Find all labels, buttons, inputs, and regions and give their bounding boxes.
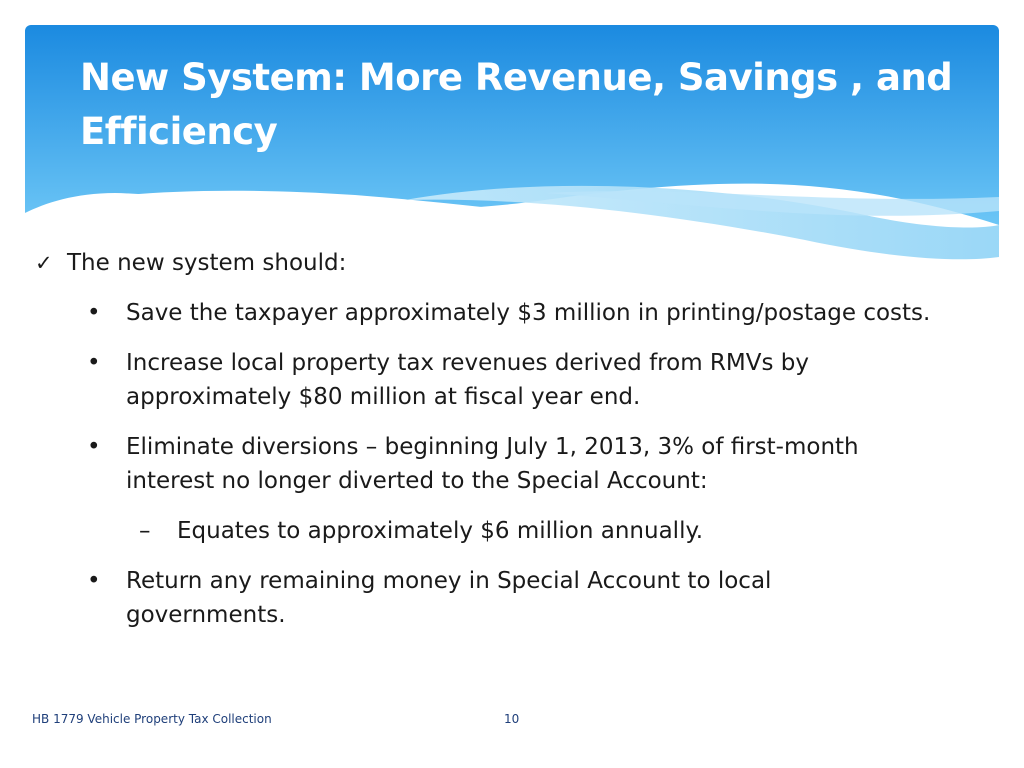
- slide-title: New System: More Revenue, Savings , and …: [80, 56, 953, 153]
- slide-body: ✓ The new system should: • Save the taxp…: [35, 246, 935, 648]
- lead-text: The new system should:: [67, 250, 347, 276]
- bullet-text: Return any remaining money in Special Ac…: [126, 568, 772, 628]
- footer-text: HB 1779 Vehicle Property Tax Collection: [32, 712, 272, 726]
- bullet-text: Eliminate diversions – beginning July 1,…: [126, 434, 859, 494]
- bullet-text: Equates to approximately $6 million annu…: [177, 518, 704, 544]
- bullet-item: • Save the taxpayer approximately $3 mil…: [35, 296, 935, 330]
- dash-marker: –: [139, 518, 151, 544]
- bullet-item: • Increase local property tax revenues d…: [35, 346, 935, 414]
- bullet-marker: •: [87, 300, 101, 326]
- bullet-text: Increase local property tax revenues der…: [126, 350, 809, 410]
- sub-bullet-item: – Equates to approximately $6 million an…: [35, 514, 935, 548]
- bullet-list: • Save the taxpayer approximately $3 mil…: [35, 296, 935, 632]
- bullet-marker: •: [87, 350, 101, 376]
- lead-item: ✓ The new system should:: [35, 246, 935, 280]
- bullet-item: • Eliminate diversions – beginning July …: [35, 430, 935, 498]
- bullet-text: Save the taxpayer approximately $3 milli…: [126, 300, 931, 326]
- bullet-marker: •: [87, 434, 101, 460]
- checkmark-icon: ✓: [35, 251, 53, 275]
- slide: New System: More Revenue, Savings , and …: [0, 0, 1024, 768]
- bullet-item: • Return any remaining money in Special …: [35, 564, 935, 632]
- page-number: 10: [504, 712, 520, 726]
- bullet-marker: •: [87, 568, 101, 594]
